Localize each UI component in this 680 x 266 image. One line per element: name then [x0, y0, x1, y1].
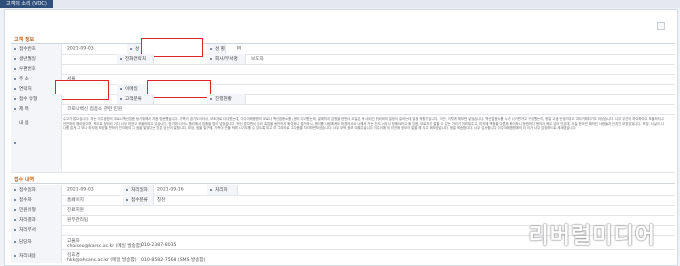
reply-date-value: 2021-09-16 — [157, 187, 184, 193]
handler-label: 담당자 — [11, 235, 62, 249]
age-label: 생년월일 — [11, 54, 62, 64]
fax-label: 이메일 — [117, 84, 150, 94]
receipt-section-title: 접수 내역 — [14, 177, 35, 183]
channel-label: 고객분류 — [117, 94, 154, 104]
dept-value: 원무관리팀 — [67, 218, 89, 223]
reply-date-label: 처리일자 — [123, 185, 154, 195]
recv-date-value: 2021-09-03 — [67, 187, 94, 193]
recv-channel-value: 홈페이지 — [67, 198, 84, 203]
answer-type-label: 접수분류 — [123, 195, 154, 205]
section-divider — [11, 183, 675, 184]
recv-channel-label: 접수자 — [11, 195, 62, 205]
voc-body-text: 수고가 많으십니다. 저는 이주환원의 코로나백신접종 탕기위해서 처음 방문했… — [63, 117, 664, 131]
result-label: 처리결과 — [11, 215, 62, 225]
watermark-logo: 리버럴미디어 — [528, 224, 656, 249]
window-titlebar: 고객의 소리 (VOC) — [0, 0, 680, 8]
review-label: 처리내용 — [11, 249, 62, 263]
recv-date-label: 접수일자 — [11, 185, 62, 195]
contact-label: 전화연락처 — [117, 54, 154, 64]
company-value: 보도자 — [251, 57, 264, 62]
customer-section-title: 고객 정보 — [14, 37, 35, 43]
reviewer-phone: 010-8582-7568 (SMS 발송함) — [141, 258, 206, 263]
reviewer-email: hkk@ahsans.ac.kr (메일 발송함) — [67, 258, 137, 263]
reg-date-value: 2021-09-03 — [67, 46, 94, 52]
answer-type-value: 칭찬 — [157, 198, 166, 203]
handler-phone: 010-2387-8035 — [141, 243, 177, 248]
subject-value: 코로나백신 접종소 관련 민원 — [67, 107, 123, 112]
gender-label: 성 별 — [207, 44, 226, 54]
dept-label: 처리부서 — [11, 225, 62, 235]
handler-type-label: 민원유형 — [11, 205, 62, 215]
zipcode-label: 우편번호 — [11, 64, 62, 74]
reg-no-label: 접수번호 — [11, 44, 62, 54]
reply-by-label: 처리자 — [207, 185, 238, 195]
receipt-row-7: 처리내용 김효경 hkk@ahsans.ac.kr (메일 발송함) 010-8… — [11, 249, 675, 263]
content-label: 내 용 — [11, 114, 62, 172]
company-label: 회사/부서명 — [207, 54, 246, 64]
gender-value: M — [237, 46, 241, 52]
panel-resize-handle[interactable] — [657, 22, 665, 30]
window-title: 고객의 소리 (VOC) — [0, 0, 53, 8]
subject-label: 제 목 — [11, 104, 62, 114]
status-label: 진행현황 — [207, 94, 246, 104]
type-label: 접수 유형 — [11, 94, 62, 104]
handler-type-value: 진료지원 — [67, 208, 84, 213]
